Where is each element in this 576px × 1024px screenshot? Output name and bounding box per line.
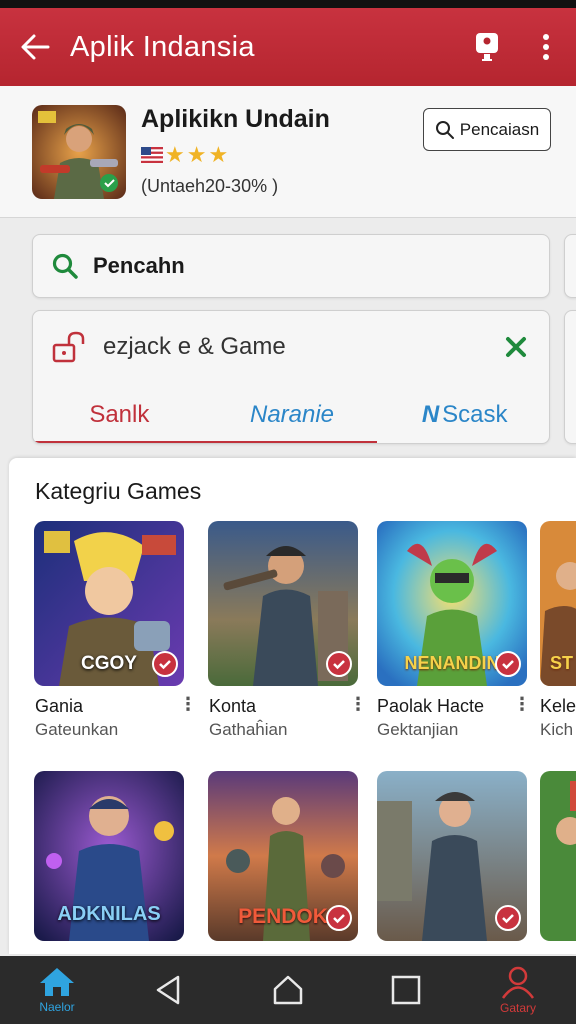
filter-tabs: Sanlk Naranie N Scask [33,385,549,443]
search-field[interactable]: Pencahn [32,234,550,298]
star-icon: ★ [208,142,229,167]
more-vert-icon[interactable]: ⋮ [513,694,531,715]
game-name: Gania [35,696,84,716]
next-card-edge [564,234,576,298]
more-options-button[interactable] [516,8,576,86]
check-icon [495,651,521,677]
user-icon [501,966,535,999]
tile-banner: ST [550,653,574,673]
tab-label: Scask [442,401,508,428]
clear-filter-button[interactable] [491,322,541,372]
navigation-bar: Naelor Gatary [0,956,576,1024]
search-button[interactable]: Pencaiasn [423,108,551,151]
game-tile[interactable] [540,771,576,941]
game-name: Konta [209,696,257,716]
n-icon: N [421,401,440,428]
nav-home[interactable]: Naelor [22,956,92,1024]
game-tile[interactable]: ST [540,521,576,686]
game-name: Paolak Hacte [377,696,485,716]
notification-button[interactable] [458,8,516,86]
nav-profile-label: Gatary [499,1001,536,1015]
tab-sanlk[interactable]: Sanlk [33,385,206,443]
tab-scask[interactable]: N Scask [378,385,549,443]
game-subtitle: Kich [540,720,574,739]
close-icon [506,337,526,357]
game-subtitle: Gateunkan [35,720,119,739]
search-button-label: Pencaiasn [459,119,540,139]
games-panel: Kategriu Games CGOY Gania Gateunkan ⋮ Ko… [9,458,576,954]
app-bar: Aplik Indansia [0,8,576,86]
app-rating: ★ ★ ★ [141,144,228,166]
nav-back-button[interactable] [146,956,190,1024]
star-icon: ★ [186,142,207,167]
more-vert-icon[interactable]: ⋮ [179,694,197,715]
search-icon [435,120,454,139]
nav-home-button[interactable] [266,956,310,1024]
home-outline-icon [273,975,303,1005]
game-tile[interactable]: PENDOK [208,771,358,941]
arrow-left-icon [21,34,50,60]
check-icon [326,905,352,931]
back-button[interactable] [0,8,70,86]
game-tile[interactable]: ADKNILAS [34,771,184,941]
search-value: Pencahn [93,253,185,278]
square-icon [391,975,421,1005]
unlock-icon [52,331,85,363]
app-subtitle: (Untaeh20-30% ) [141,176,279,196]
game-subtitle: Gathaĥian [209,720,288,739]
game-name: Kele [540,696,576,716]
tab-label: Naranie [249,401,335,428]
tab-indicator [33,441,377,443]
nav-profile[interactable]: Gatary [478,956,558,1024]
game-tile[interactable] [208,521,358,686]
status-bar [0,0,576,8]
game-tile[interactable]: NENANDIN [377,521,527,686]
game-subtitle: Gektanjian [377,720,459,739]
section-title: Kategriu Games [35,478,202,504]
notification-icon [476,33,498,61]
next-card-edge [564,310,576,444]
game-tile[interactable]: CGOY [34,521,184,686]
nav-home-label: Naelor [39,1000,75,1014]
tile-banner: ADKNILAS [57,903,161,925]
search-icon [52,253,78,279]
flag-icon [141,147,163,163]
check-icon [495,905,521,931]
app-name: Aplikikn Undain [141,105,330,133]
filter-card: ezjack e & Game Sanlk Naranie N Scask [32,310,550,444]
filter-text: ezjack e & Game [103,333,286,360]
check-icon [326,651,352,677]
more-vert-icon[interactable]: ⋮ [349,694,367,715]
app-icon[interactable] [32,105,126,199]
nav-recents-button[interactable] [384,956,428,1024]
game-tile[interactable] [377,771,527,941]
filter-row: ezjack e & Game [33,311,549,383]
app-header: Aplikikn Undain ★ ★ ★ (Untaeh20-30% ) Pe… [0,86,576,218]
tab-naranie[interactable]: Naranie [206,385,379,443]
star-icon: ★ [165,142,185,167]
app-bar-title: Aplik Indansia [70,30,255,63]
home-icon [40,968,74,996]
tab-label: Sanlk [89,401,150,428]
check-icon [152,651,178,677]
more-vert-icon [543,34,549,60]
triangle-back-icon [156,975,180,1005]
